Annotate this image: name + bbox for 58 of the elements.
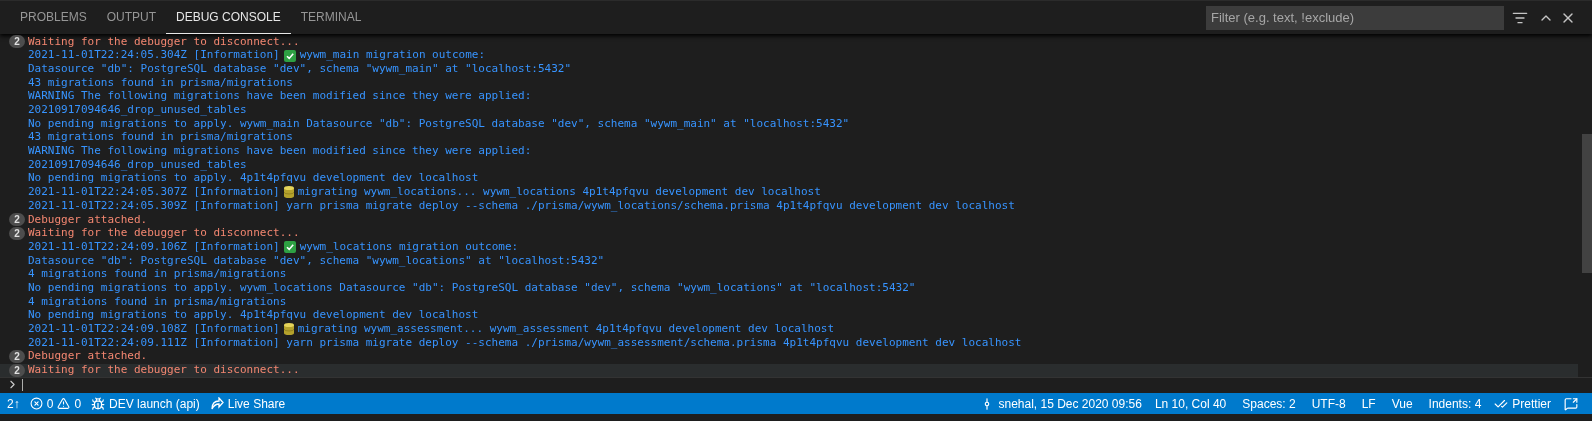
status-item[interactable]: Ln 10, Col 40: [1146, 393, 1235, 414]
log-text: Debugger attached.: [28, 348, 148, 365]
panel-tab[interactable]: DEBUG CONSOLE: [166, 1, 291, 34]
prettier-status[interactable]: Prettier: [1489, 393, 1556, 414]
log-text: 2021-11-01T22:24:05.304Z [Information]: [28, 47, 280, 64]
log-text: Datasource "db": PostgreSQL database "dev", schema "wywm_main" at "localhost:5432": [28, 61, 572, 77]
feedback-icon[interactable]: [1564, 396, 1578, 411]
panel-tab[interactable]: TERMINAL: [290, 1, 372, 34]
log-text: No pending migrations to apply. wywm_main Datasource "db": PostgreSQL database "dev", schema "wywm_main" at "localhost:5432": [28, 116, 850, 132]
error-icon: [29, 397, 43, 410]
log-text: wywm_locations migration outcome:: [299, 238, 519, 255]
log-text: 4 migrations found in prisma/migrations: [28, 294, 287, 310]
panel-tab[interactable]: PROBLEMS: [10, 1, 97, 34]
count-badge: 2: [9, 35, 25, 49]
log-text: 2021-11-01T22:24:05.309Z [Information] yarn prisma migrate deploy --schema ./prisma/wywm_locations/schema.prisma 4p1t4pfqvu development dev localhost: [28, 198, 1015, 214]
log-text: wywm_main migration outcome:: [299, 47, 486, 64]
sync-status[interactable]: 2↑: [2, 393, 25, 414]
warning-icon: [57, 397, 71, 410]
database-icon: [283, 186, 294, 199]
log-text: No pending migrations to apply. 4p1t4pfqvu development dev localhost: [28, 171, 479, 187]
share-arrow-icon: [209, 396, 224, 411]
panel-tab[interactable]: OUTPUT: [96, 1, 167, 34]
log-text: 2021-11-01T22:24:05.307Z [Information]: [28, 184, 280, 201]
count-badge: 2: [9, 350, 25, 364]
status-item[interactable]: Spaces: 2: [1234, 393, 1304, 414]
count-badge: 2: [9, 363, 25, 377]
log-text: No pending migrations to apply. 4p1t4pfqvu development dev localhost: [28, 307, 479, 324]
live-share-status[interactable]: Live Share: [204, 393, 291, 414]
log-text: 2021-11-01T22:24:09.111Z [Information] yarn prisma migrate deploy --schema ./prisma/wywm_assessment/schema.prisma 4p1t4pfqvu development dev localhost: [28, 335, 1022, 351]
log-text: 2021-11-01T22:24:09.108Z [Information]: [28, 321, 280, 338]
checkmark-icon: [283, 241, 296, 254]
log-text: Datasource "db": PostgreSQL database "dev", schema "wywm_locations" at "localhost:5432": [28, 253, 605, 269]
status-item[interactable]: UTF-8: [1303, 393, 1354, 414]
log-text: 43 migrations found in prisma/migrations: [28, 74, 293, 91]
log-text: Waiting for the debugger to disconnect...: [28, 362, 300, 377]
log-text: Debugger attached.: [28, 211, 148, 228]
warning-count: 0: [74, 395, 82, 413]
log-text: migrating wywm_assessment... wywm_assessment 4p1t4pfqvu development dev localhost: [297, 321, 835, 338]
debug-launch-status[interactable]: DEV launch (api): [86, 393, 205, 414]
status-item[interactable]: Indents: 4: [1420, 393, 1490, 414]
text-cursor[interactable]: [22, 378, 23, 391]
log-text: WARNING The following migrations have been modified since they were applied:: [28, 88, 532, 105]
error-count: 0: [46, 395, 54, 413]
log-text: migrating wywm_locations... wywm_locations 4p1t4pfqvu development dev localhost: [297, 184, 821, 201]
filter-field[interactable]: Filter (e.g. text, !exclude): [1206, 5, 1504, 30]
log-text: 20210917094646_drop_unused_tables: [28, 102, 247, 119]
checkmark-icon: [283, 49, 296, 62]
count-badge: 2: [9, 226, 25, 240]
log-text: 43 migrations found in prisma/migrations: [28, 130, 293, 146]
problems-status[interactable]: 0 0: [24, 393, 87, 414]
commit-status[interactable]: snehal, 15 Dec 2020 09:56: [975, 393, 1147, 414]
scrollbar-thumb[interactable]: [1582, 134, 1592, 273]
log-text: Waiting for the debugger to disconnect...: [28, 34, 300, 50]
status-item[interactable]: LF: [1353, 393, 1384, 414]
database-icon: [283, 323, 294, 336]
bug-icon: [91, 396, 106, 411]
count-badge: 2: [9, 213, 25, 227]
status-item[interactable]: Vue: [1383, 393, 1421, 414]
